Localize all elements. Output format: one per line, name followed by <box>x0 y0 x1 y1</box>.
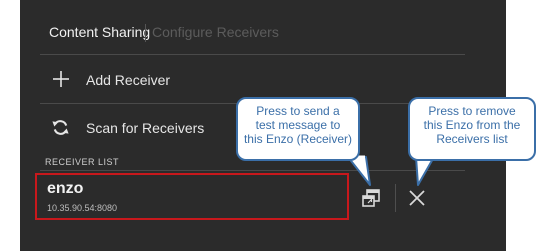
divider <box>40 54 465 55</box>
close-icon[interactable] <box>407 188 427 208</box>
scan-for-receivers-button[interactable]: Scan for Receivers <box>86 120 204 136</box>
tab-content-sharing[interactable]: Content Sharing <box>49 24 150 40</box>
receiver-list-heading: RECEIVER LIST <box>45 157 120 167</box>
callout-send-test: Press to send a test message to this Enz… <box>236 97 360 161</box>
external-window-icon[interactable] <box>360 187 382 209</box>
callout-remove: Press to remove this Enzo from the Recei… <box>408 97 536 161</box>
action-divider <box>395 184 396 212</box>
add-receiver-button[interactable]: Add Receiver <box>86 72 170 88</box>
tab-configure-receivers[interactable]: Configure Receivers <box>152 24 279 40</box>
refresh-icon <box>52 120 69 135</box>
tab-divider <box>145 24 146 42</box>
plus-icon <box>53 71 69 87</box>
divider <box>40 170 465 171</box>
receiver-name: enzo <box>47 180 84 197</box>
receiver-address: 10.35.90.54:8080 <box>47 203 118 213</box>
receiver-item-enzo[interactable]: enzo 10.35.90.54:8080 <box>35 173 349 220</box>
